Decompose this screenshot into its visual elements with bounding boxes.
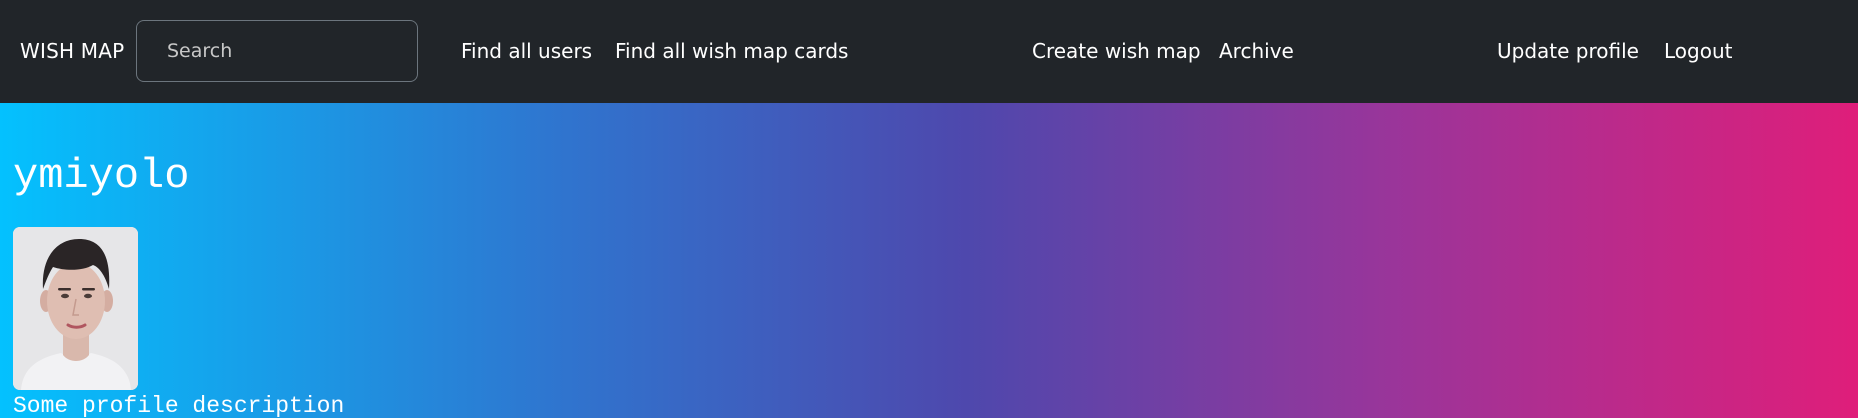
top-navbar: WISH MAP Find all users Find all wish ma…: [0, 0, 1858, 103]
profile-description: Some profile description: [13, 393, 345, 419]
profile-avatar: [13, 227, 138, 390]
nav-link-update-profile[interactable]: Update profile: [1497, 38, 1639, 64]
profile-photo-icon: [13, 227, 138, 390]
brand-link[interactable]: WISH MAP: [20, 38, 124, 64]
nav-link-archive[interactable]: Archive: [1219, 38, 1294, 64]
profile-username: ymiyolo: [13, 152, 190, 200]
nav-link-create-wish-map[interactable]: Create wish map: [1032, 38, 1201, 64]
nav-link-logout[interactable]: Logout: [1664, 38, 1732, 64]
nav-link-find-all-wish-map-cards[interactable]: Find all wish map cards: [615, 38, 848, 64]
profile-section: ymiyolo Some profile description: [0, 103, 1858, 419]
search-input[interactable]: [136, 20, 418, 82]
nav-link-find-all-users[interactable]: Find all users: [461, 38, 592, 64]
